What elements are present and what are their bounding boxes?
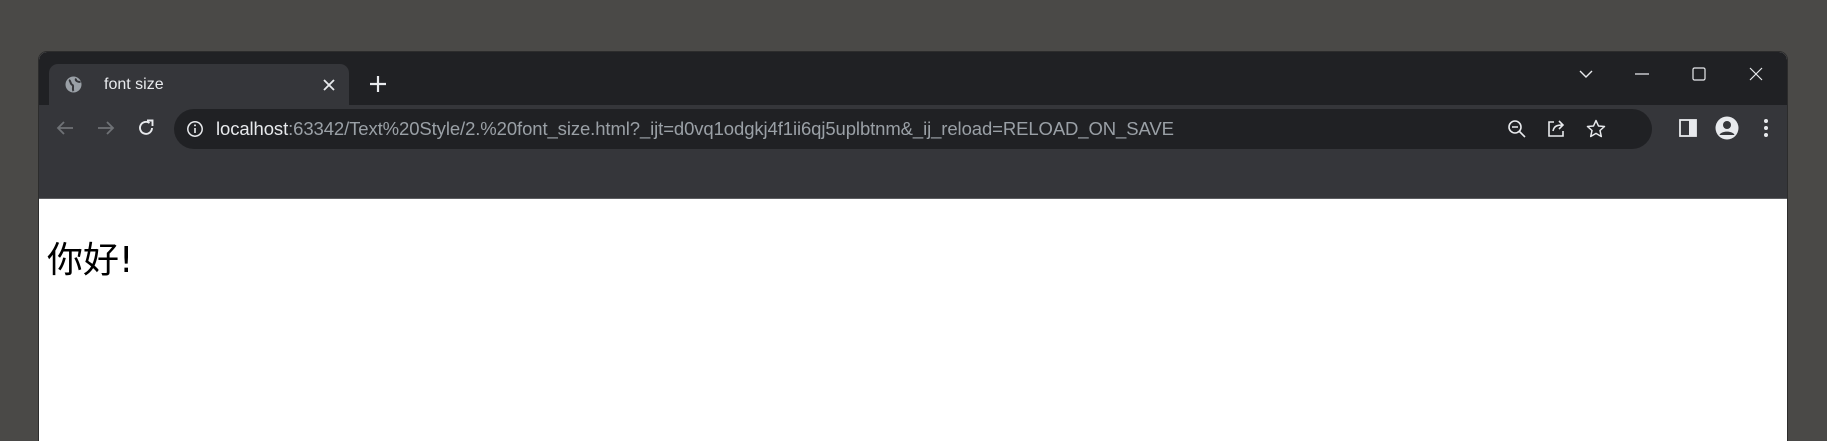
info-icon[interactable] bbox=[186, 120, 204, 138]
maximize-icon bbox=[1692, 67, 1706, 81]
zoom-button[interactable] bbox=[1502, 115, 1532, 143]
toolbar: localhost:63342/Text%20Style/2.%20font_s… bbox=[39, 105, 1787, 151]
tab-search-button[interactable] bbox=[1563, 58, 1609, 90]
url-host: localhost bbox=[216, 118, 289, 139]
bookmark-star-icon bbox=[1586, 119, 1606, 138]
share-button[interactable] bbox=[1541, 115, 1571, 143]
back-button[interactable] bbox=[50, 113, 80, 143]
url-path: :63342/Text%20Style/2.%20font_size.html?… bbox=[288, 118, 1174, 139]
address-bar[interactable]: localhost:63342/Text%20Style/2.%20font_s… bbox=[174, 109, 1652, 149]
title-bar: font size bbox=[39, 52, 1787, 105]
menu-button[interactable] bbox=[1751, 113, 1781, 143]
close-icon bbox=[322, 78, 335, 91]
page-content: 你好! bbox=[39, 200, 1787, 441]
side-panel-icon bbox=[1679, 119, 1697, 137]
close-icon bbox=[1749, 67, 1763, 81]
menu-icon bbox=[1764, 119, 1768, 137]
share-icon bbox=[1548, 120, 1565, 137]
url-text[interactable]: localhost:63342/Text%20Style/2.%20font_s… bbox=[216, 109, 1174, 149]
page-heading: 你好! bbox=[47, 240, 134, 281]
forward-arrow-icon bbox=[98, 121, 115, 135]
profile-button[interactable] bbox=[1712, 113, 1742, 143]
tab-title: font size bbox=[104, 76, 164, 93]
minimize-icon bbox=[1635, 73, 1649, 75]
back-arrow-icon bbox=[56, 121, 73, 135]
tab-search-icon bbox=[1579, 70, 1593, 78]
reload-icon bbox=[139, 119, 154, 135]
minimize-button[interactable] bbox=[1619, 58, 1665, 90]
new-tab-button[interactable] bbox=[364, 70, 392, 98]
plus-icon bbox=[370, 76, 386, 92]
window-close-button[interactable] bbox=[1733, 58, 1779, 90]
forward-button[interactable] bbox=[91, 113, 121, 143]
browser-window: font size localhost:63342/Text%20Style/2… bbox=[39, 52, 1787, 441]
profile-icon bbox=[1715, 116, 1739, 140]
tab-close-button[interactable] bbox=[320, 76, 337, 93]
reload-button[interactable] bbox=[131, 113, 161, 143]
globe-icon bbox=[65, 76, 82, 93]
side-panel-button[interactable] bbox=[1673, 113, 1703, 143]
bookmark-button[interactable] bbox=[1581, 115, 1611, 143]
maximize-button[interactable] bbox=[1676, 58, 1722, 90]
zoom-out-icon bbox=[1508, 120, 1526, 138]
tab-font-size[interactable]: font size bbox=[49, 64, 349, 105]
bookmarks-bar bbox=[39, 151, 1787, 199]
